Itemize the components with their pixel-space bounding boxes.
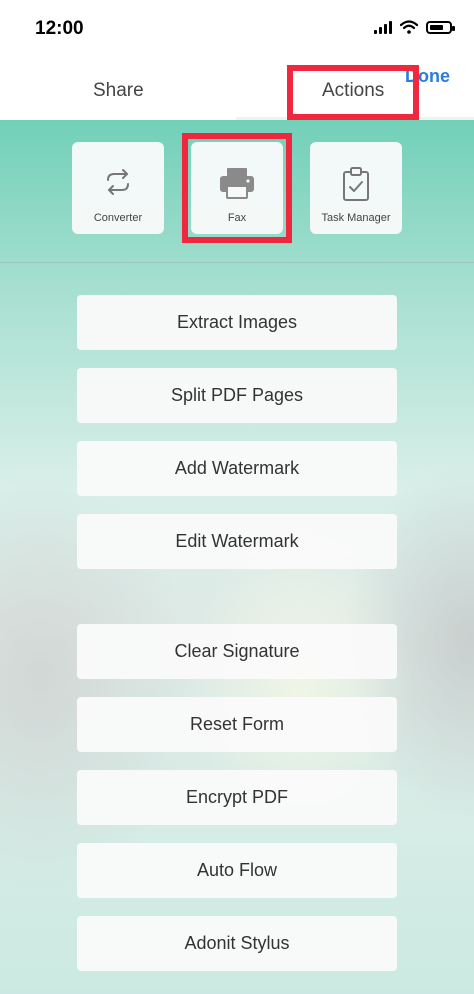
- clipboard-check-icon: [343, 167, 369, 201]
- status-time: 12:00: [35, 18, 84, 39]
- tab-share[interactable]: Share: [93, 80, 144, 102]
- auto-flow-button[interactable]: Auto Flow: [77, 843, 397, 898]
- actions-tab-highlight: [287, 65, 419, 120]
- status-icons: [374, 20, 455, 34]
- clear-signature-button[interactable]: Clear Signature: [77, 624, 397, 679]
- encrypt-pdf-button[interactable]: Encrypt PDF: [77, 770, 397, 825]
- task-manager-label: Task Manager: [321, 212, 391, 224]
- status-bar: 12:00: [0, 0, 474, 58]
- cellular-signal-icon: [374, 20, 392, 34]
- edit-watermark-button[interactable]: Edit Watermark: [77, 514, 397, 569]
- converter-tile[interactable]: Converter: [72, 142, 164, 234]
- converter-icon: [107, 169, 129, 195]
- converter-label: Converter: [93, 212, 143, 224]
- adonit-stylus-button[interactable]: Adonit Stylus: [77, 916, 397, 971]
- split-pdf-pages-button[interactable]: Split PDF Pages: [77, 368, 397, 423]
- fax-tile-highlight: [182, 133, 292, 243]
- battery-icon: [426, 20, 455, 34]
- wifi-icon: [400, 20, 418, 34]
- reset-form-button[interactable]: Reset Form: [77, 697, 397, 752]
- section-divider: [0, 262, 474, 263]
- task-manager-tile[interactable]: Task Manager: [310, 142, 402, 234]
- add-watermark-button[interactable]: Add Watermark: [77, 441, 397, 496]
- extract-images-button[interactable]: Extract Images: [77, 295, 397, 350]
